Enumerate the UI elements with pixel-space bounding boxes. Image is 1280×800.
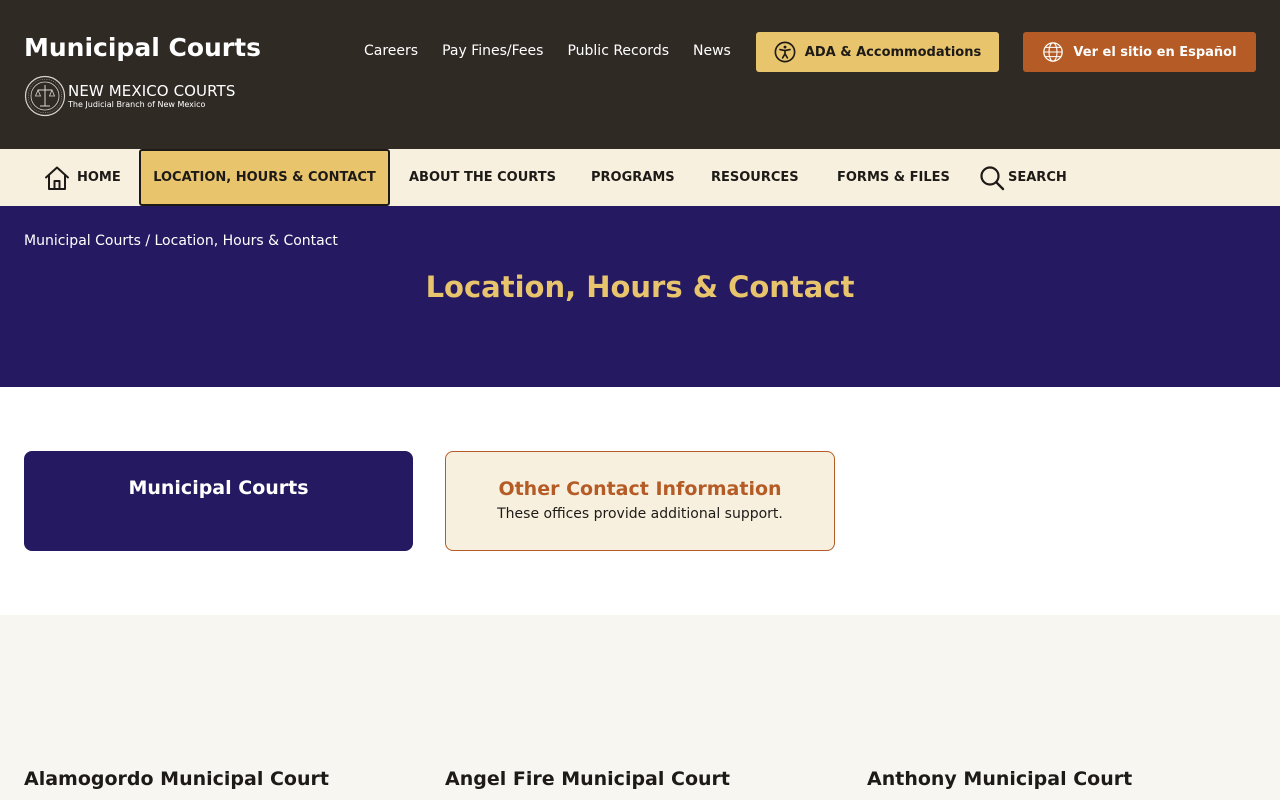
main-nav: HOME LOCATION, HOURS & CONTACT ABOUT THE… — [0, 149, 1280, 206]
nav-search[interactable]: SEARCH — [979, 149, 1067, 206]
nav-forms-files[interactable]: FORMS & FILES — [837, 149, 950, 206]
nav-resources-label: RESOURCES — [711, 170, 799, 185]
brand-text: NEW MEXICO COURTS The Judicial Branch of… — [68, 81, 236, 109]
utility-nav: Careers Pay Fines/Fees Public Records Ne… — [364, 43, 755, 61]
nav-resources[interactable]: RESOURCES — [711, 149, 799, 206]
brand-tagline: The Judicial Branch of New Mexico — [68, 99, 206, 109]
page-hero: Municipal Courts / Location, Hours & Con… — [0, 206, 1280, 387]
nav-home[interactable]: HOME — [43, 149, 121, 206]
home-icon — [45, 166, 69, 190]
nav-home-label: HOME — [77, 170, 121, 185]
nav-search-label: SEARCH — [1008, 170, 1067, 185]
nav-location-label: LOCATION, HOURS & CONTACT — [153, 170, 376, 185]
accessibility-icon — [774, 41, 796, 63]
breadcrumb-municipal-courts[interactable]: Municipal Courts — [24, 233, 141, 249]
nav-location-hours-contact[interactable]: LOCATION, HOURS & CONTACT — [139, 149, 390, 206]
site-title[interactable]: Municipal Courts — [24, 33, 261, 62]
spanish-site-button[interactable]: Ver el sitio en Español — [1023, 32, 1256, 72]
court-listing: Alamogordo Municipal Court Angel Fire Mu… — [0, 615, 1280, 800]
globe-icon — [1043, 42, 1064, 62]
other-contact-card[interactable]: Other Contact Information These offices … — [445, 451, 835, 551]
brand-name: NEW MEXICO COURTS — [68, 81, 236, 100]
pay-fines-link[interactable]: Pay Fines/Fees — [442, 43, 543, 61]
breadcrumb-current: Location, Hours & Contact — [154, 233, 338, 249]
card-title: Municipal Courts — [128, 477, 309, 499]
ada-accommodations-button[interactable]: ADA & Accommodations — [756, 32, 999, 72]
careers-link[interactable]: Careers — [364, 43, 418, 61]
public-records-link[interactable]: Public Records — [567, 43, 669, 61]
card-title: Other Contact Information — [498, 478, 782, 500]
court-heading-angel-fire[interactable]: Angel Fire Municipal Court — [445, 768, 730, 790]
card-description: These offices provide additional support… — [497, 506, 783, 522]
nm-courts-logo[interactable]: NEW MEXICO COURTS The Judicial Branch of… — [24, 74, 254, 118]
site-header: Municipal Courts NEW MEXICO COURTS The J… — [0, 0, 1280, 149]
court-heading-anthony[interactable]: Anthony Municipal Court — [867, 768, 1132, 790]
nav-programs-label: PROGRAMS — [591, 170, 675, 185]
news-link[interactable]: News — [693, 43, 731, 61]
nav-about-the-courts[interactable]: ABOUT THE COURTS — [409, 149, 556, 206]
nav-programs[interactable]: PROGRAMS — [591, 149, 675, 206]
municipal-courts-card[interactable]: Municipal Courts — [24, 451, 413, 551]
nav-about-label: ABOUT THE COURTS — [409, 170, 556, 185]
court-heading-alamogordo[interactable]: Alamogordo Municipal Court — [24, 768, 329, 790]
spanish-button-label: Ver el sitio en Español — [1073, 44, 1237, 60]
nav-forms-label: FORMS & FILES — [837, 170, 950, 185]
search-icon — [980, 165, 1005, 190]
breadcrumb-separator: / — [140, 233, 155, 249]
breadcrumb: Municipal Courts / Location, Hours & Con… — [24, 233, 338, 249]
page-title: Location, Hours & Contact — [425, 270, 855, 304]
ada-button-label: ADA & Accommodations — [804, 44, 982, 60]
court-seal-icon — [24, 75, 66, 117]
